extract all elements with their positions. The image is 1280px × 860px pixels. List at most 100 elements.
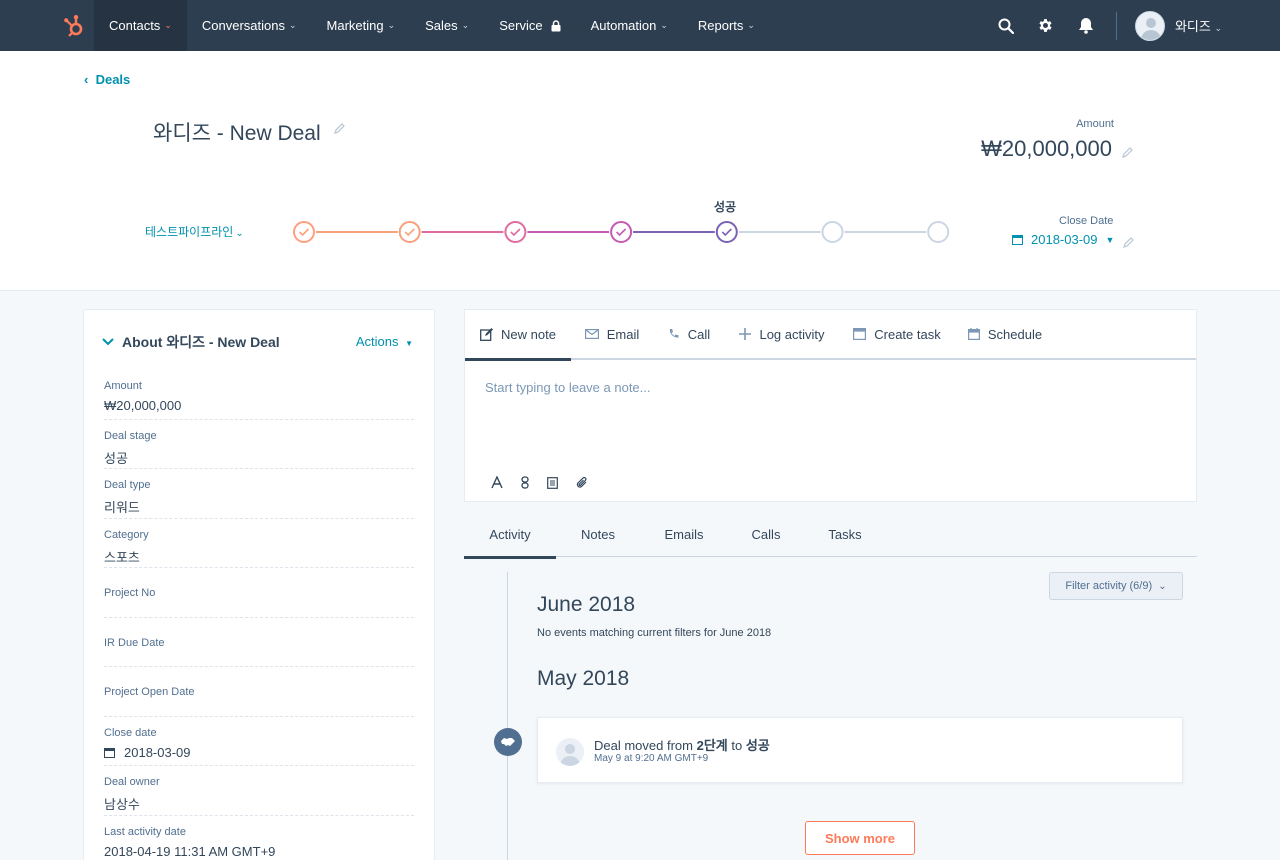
close-date-label: Close Date — [1059, 215, 1114, 227]
property-deal-stage[interactable]: Deal stage 성공 — [104, 420, 414, 469]
filter-activity-button[interactable]: Filter activity (6/9) ⌄ — [1049, 572, 1183, 600]
nav-item-label: Marketing — [326, 18, 384, 33]
tab-calls[interactable]: Calls — [728, 511, 804, 557]
pipeline-stage-1[interactable] — [293, 221, 315, 243]
property-label: Project No — [104, 587, 156, 599]
composer-tab-new-note[interactable]: New note — [465, 309, 571, 361]
pipeline-stage-5[interactable] — [715, 221, 738, 243]
gear-icon[interactable] — [1026, 0, 1066, 51]
pipeline-stage-3[interactable] — [504, 221, 527, 243]
pencil-icon[interactable] — [1122, 236, 1135, 254]
chevron-down-icon: ⌄ — [288, 20, 297, 30]
nav-item-conversations[interactable]: Conversations ⌄ — [187, 0, 312, 51]
pencil-icon[interactable] — [333, 122, 346, 140]
pipeline-stage-4[interactable] — [610, 221, 633, 243]
pipeline-stage-6[interactable] — [821, 221, 844, 243]
deal-stage-pipeline[interactable] — [286, 215, 966, 251]
nav-menu: Contacts ⌄ Conversations ⌄ Marketing ⌄ Sales ⌄ S… — [94, 0, 770, 51]
composer-tab-create-task[interactable]: Create task — [839, 309, 955, 359]
note-input[interactable] — [485, 380, 1175, 460]
search-icon[interactable] — [986, 0, 1026, 51]
property-label: IR Due Date — [104, 636, 165, 649]
close-date-picker[interactable]: 2018-03-09 ▼ — [1012, 232, 1114, 247]
composer-tab-email[interactable]: Email — [571, 309, 653, 359]
task-icon — [853, 328, 867, 340]
caret-down-icon: ▼ — [405, 339, 413, 348]
link-icon[interactable] — [521, 476, 529, 489]
user-menu[interactable]: 와디즈 ⌄ — [1175, 16, 1222, 35]
property-label: Amount — [104, 380, 142, 392]
property-ir-due-date[interactable]: IR Due Date — [104, 618, 414, 667]
tab-label: Email — [606, 326, 640, 342]
bell-icon[interactable] — [1066, 0, 1106, 51]
about-toggle[interactable]: About 와디즈 - New Deal — [102, 332, 280, 352]
property-value: 2018-03-09 — [124, 744, 191, 760]
amount-label: Amount — [1076, 118, 1114, 130]
actions-dropdown[interactable]: Actions ▼ — [356, 334, 413, 349]
chevron-left-icon: ‹ — [84, 72, 89, 87]
nav-item-contacts[interactable]: Contacts ⌄ — [94, 0, 187, 51]
nav-item-label: Automation — [590, 18, 657, 33]
property-deal-owner[interactable]: Deal owner 남상수 — [104, 766, 414, 816]
note-toolbar — [491, 476, 606, 489]
property-value-row: 스포츠 — [104, 547, 414, 566]
nav-item-marketing[interactable]: Marketing ⌄ — [312, 0, 411, 51]
plus-icon — [739, 328, 752, 340]
edit-note-icon — [480, 327, 494, 341]
property-value: 스포츠 — [104, 549, 140, 565]
property-value: 남상수 — [104, 797, 140, 812]
tab-activity[interactable]: Activity — [464, 511, 556, 559]
nav-item-service[interactable]: Service — [484, 0, 575, 51]
composer-tab-schedule[interactable]: Schedule — [955, 309, 1055, 359]
timeline-event-card[interactable]: Deal moved from 2단계 to 성공 May 9 at 9:20 … — [537, 717, 1183, 783]
property-value: 성공 — [104, 450, 128, 466]
property-close-date[interactable]: Close date 2018-03-09 — [104, 717, 414, 766]
property-value-row: 2018-04-19 11:31 AM GMT+9 — [104, 844, 414, 859]
deal-title[interactable]: 와디즈 - New Deal — [153, 117, 321, 147]
tab-emails[interactable]: Emails — [640, 511, 728, 557]
handshake-icon — [494, 728, 522, 756]
pencil-icon[interactable] — [1121, 146, 1134, 164]
amount-value[interactable]: ₩20,000,000 — [981, 136, 1112, 162]
pipeline-stage-7[interactable] — [927, 221, 950, 243]
property-label: Close date — [104, 726, 157, 739]
chevron-down-icon: ⌄ — [235, 228, 244, 239]
property-value: 리워드 — [104, 500, 140, 515]
tab-label: Create task — [874, 326, 941, 342]
property-project-no[interactable]: Project No — [104, 568, 414, 618]
chevron-down-icon — [102, 338, 114, 346]
timeline-line — [507, 572, 508, 860]
show-more-button[interactable]: Show more — [805, 821, 915, 855]
chevron-down-icon: ⌄ — [747, 20, 755, 30]
back-to-deals-link[interactable]: ‹ Deals — [84, 72, 130, 87]
pipeline-select[interactable]: 테스트파이프라인 ⌄ — [145, 223, 244, 240]
property-value-row: 남상수 — [104, 794, 414, 813]
nav-item-label: Contacts — [109, 18, 161, 33]
hubspot-logo-icon[interactable] — [54, 0, 94, 51]
attachment-icon[interactable] — [576, 476, 588, 489]
document-icon[interactable] — [547, 476, 558, 489]
caret-down-icon: ▼ — [1105, 234, 1115, 245]
property-category[interactable]: Category 스포츠 — [104, 519, 414, 568]
composer-tab-log-activity[interactable]: Log activity — [725, 309, 839, 359]
composer-tabs: New note Email Call Log activity Create task… — [465, 309, 1196, 361]
avatar[interactable] — [1134, 10, 1165, 41]
property-label: Deal stage — [104, 429, 157, 442]
property-deal-type[interactable]: Deal type 리워드 — [104, 469, 414, 519]
composer-tab-call[interactable]: Call — [653, 309, 725, 359]
text-format-icon[interactable] — [491, 476, 503, 489]
property-last-activity-date[interactable]: Last activity date 2018-04-19 11:31 AM GM… — [104, 816, 414, 860]
property-project-open-date[interactable]: Project Open Date — [104, 667, 414, 717]
tab-notes[interactable]: Notes — [556, 511, 640, 557]
nav-item-reports[interactable]: Reports ⌄ — [683, 0, 770, 51]
nav-item-automation[interactable]: Automation ⌄ — [576, 0, 683, 51]
nav-item-label: Reports — [697, 18, 744, 33]
nav-item-sales[interactable]: Sales ⌄ — [410, 0, 484, 51]
calendar-icon — [967, 328, 980, 340]
tab-tasks[interactable]: Tasks — [804, 511, 886, 557]
property-amount[interactable]: Amount ₩20,000,000 — [104, 370, 414, 420]
tab-label: New note — [501, 326, 556, 342]
pipeline-stage-2[interactable] — [398, 221, 421, 243]
chevron-down-icon: ⌄ — [1158, 580, 1167, 592]
chevron-down-icon: ⌄ — [660, 20, 668, 30]
